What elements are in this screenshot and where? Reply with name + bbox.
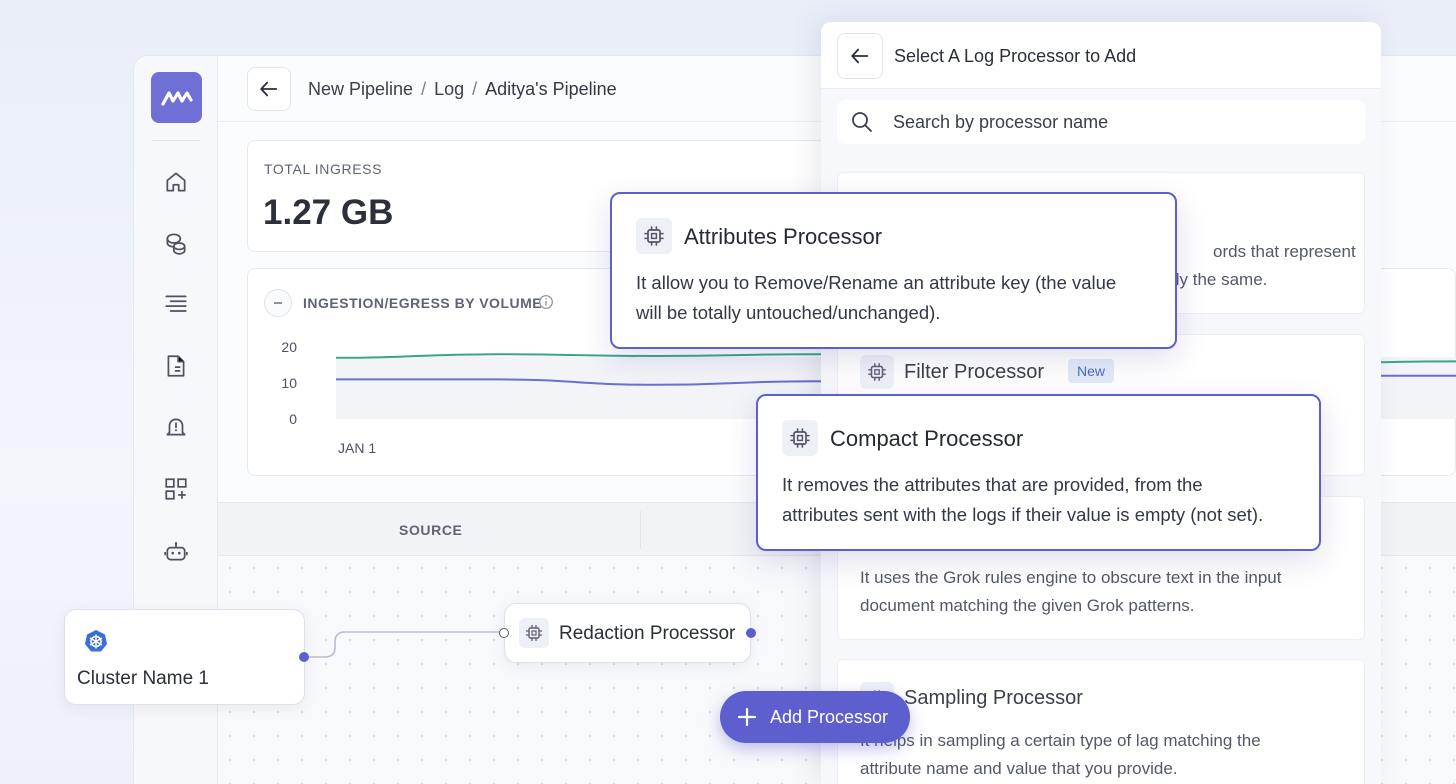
source-node-name: Cluster Name 1 bbox=[77, 668, 209, 689]
processor-chip-icon bbox=[860, 355, 894, 389]
breadcrumb-separator: / bbox=[421, 79, 427, 99]
search-input[interactable] bbox=[893, 108, 1333, 136]
processor-node-name: Redaction Processor bbox=[559, 623, 736, 644]
sidebar-item-alerts[interactable] bbox=[160, 411, 192, 443]
dashboard-add-icon bbox=[165, 478, 187, 500]
sidebar-item-logs[interactable] bbox=[160, 288, 192, 320]
panel-title: Select A Log Processor to Add bbox=[894, 46, 1137, 66]
back-button[interactable] bbox=[247, 67, 291, 111]
description-line: ords that represent bbox=[1213, 242, 1356, 261]
sidebar-item-dashboards[interactable] bbox=[160, 473, 192, 505]
coins-icon bbox=[166, 233, 186, 255]
add-processor-label: Add Processor bbox=[770, 706, 889, 727]
attributes-processor-card[interactable]: Attributes Processor It allow you to Rem… bbox=[610, 192, 1177, 349]
input-port[interactable] bbox=[499, 628, 509, 638]
plus-icon bbox=[737, 707, 757, 727]
panel-back-button[interactable] bbox=[837, 33, 883, 79]
sidebar-divider bbox=[152, 140, 200, 141]
logo[interactable] bbox=[151, 72, 202, 123]
compact-processor-card[interactable]: Compact Processor It removes the attribu… bbox=[756, 394, 1321, 551]
y-tick-label: 0 bbox=[289, 411, 297, 427]
search-box[interactable] bbox=[837, 100, 1365, 144]
breadcrumb-item-current: Aditya's Pipeline bbox=[485, 79, 617, 99]
processor-title: Compact Processor bbox=[830, 426, 1024, 451]
breadcrumb-item-log[interactable]: Log bbox=[434, 79, 464, 100]
new-badge: New bbox=[1068, 359, 1115, 383]
description-line: It allow you to Remove/Rename an attribu… bbox=[636, 272, 1117, 293]
panel-header: Select A Log Processor to Add bbox=[821, 22, 1381, 89]
breadcrumb-separator: / bbox=[472, 79, 478, 99]
add-processor-button[interactable]: Add Processor bbox=[720, 691, 910, 743]
stat-label: TOTAL INGRESS bbox=[264, 161, 383, 177]
description-line: document matching the given Grok pattern… bbox=[860, 596, 1195, 615]
column-divider bbox=[640, 511, 641, 549]
logo-mark-icon bbox=[160, 90, 193, 106]
processor-description: It uses the Grok rules engine to obscure… bbox=[860, 564, 1340, 620]
source-column-header: SOURCE bbox=[399, 522, 463, 538]
x-tick-label: JAN 1 bbox=[338, 440, 376, 456]
stat-value: 1.27 GB bbox=[263, 193, 394, 232]
kubernetes-icon bbox=[82, 627, 110, 655]
output-port[interactable] bbox=[746, 628, 756, 638]
processor-description-fragment: ords that represent tly the same. bbox=[1171, 238, 1356, 294]
processor-chip-icon bbox=[782, 420, 818, 456]
description-line: attribute name and value that you provid… bbox=[860, 759, 1178, 778]
search-icon bbox=[852, 112, 872, 132]
processor-title: Filter Processor bbox=[904, 361, 1045, 383]
breadcrumb-item-new-pipeline[interactable]: New Pipeline bbox=[308, 79, 413, 100]
description-line: will be totally untouched/unchanged). bbox=[636, 302, 941, 323]
sidebar-item-reports[interactable] bbox=[160, 350, 192, 382]
robot-icon bbox=[164, 542, 188, 561]
description-line: It removes the attributes that are provi… bbox=[782, 474, 1203, 495]
description-line: attributes sent with the logs if their v… bbox=[782, 504, 1264, 525]
alert-icon bbox=[166, 418, 186, 436]
home-icon bbox=[166, 172, 186, 192]
processor-list-item-sampling[interactable]: Sampling Processor It helps in sampling … bbox=[837, 659, 1365, 784]
y-tick-label: 20 bbox=[281, 339, 297, 355]
processor-title: Sampling Processor bbox=[904, 687, 1083, 709]
description-line: tly the same. bbox=[1171, 270, 1268, 289]
processor-description: It removes the attributes that are provi… bbox=[782, 470, 1302, 530]
description-line: It helps in sampling a certain type of l… bbox=[860, 731, 1261, 750]
arrow-left-icon bbox=[260, 81, 278, 97]
processor-description: It helps in sampling a certain type of l… bbox=[860, 727, 1340, 783]
breadcrumb: New Pipeline / Log / Aditya's Pipeline bbox=[308, 79, 617, 100]
document-icon bbox=[167, 355, 185, 377]
sidebar-item-billing[interactable] bbox=[160, 227, 192, 259]
sidebar-item-home[interactable] bbox=[160, 166, 192, 198]
processor-chip-icon bbox=[519, 618, 549, 648]
description-line: It uses the Grok rules engine to obscure… bbox=[860, 568, 1282, 587]
y-tick-label: 10 bbox=[281, 375, 297, 391]
processor-node[interactable]: Redaction Processor bbox=[499, 603, 756, 663]
processor-chip-icon bbox=[636, 218, 672, 254]
logs-icon bbox=[165, 295, 187, 312]
arrow-left-icon bbox=[851, 48, 869, 64]
output-port[interactable] bbox=[299, 652, 309, 662]
processor-description: It allow you to Remove/Rename an attribu… bbox=[636, 268, 1156, 328]
sidebar-item-ai[interactable] bbox=[160, 536, 192, 568]
processor-title: Attributes Processor bbox=[684, 224, 883, 249]
source-node[interactable]: Cluster Name 1 bbox=[64, 609, 309, 705]
